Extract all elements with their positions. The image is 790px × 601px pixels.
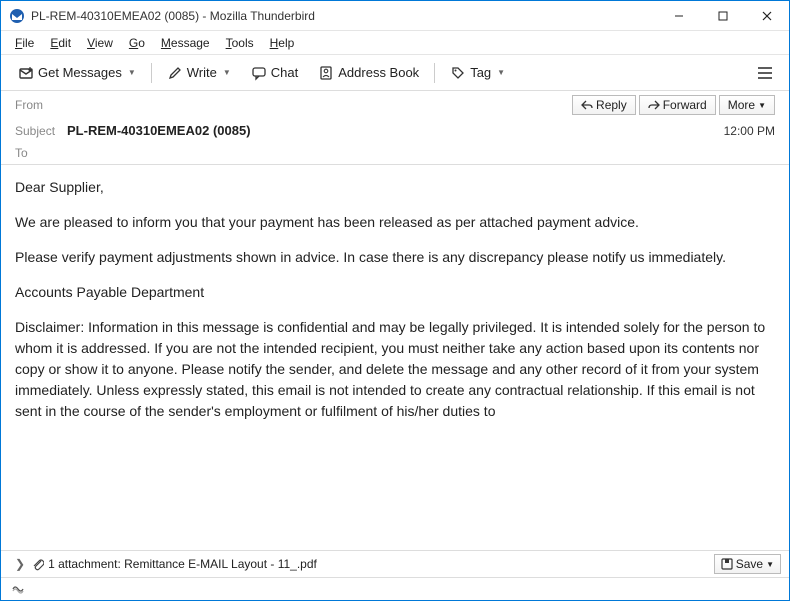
get-messages-icon bbox=[18, 65, 34, 81]
more-button[interactable]: More ▼ bbox=[719, 95, 775, 115]
header-actions: Reply Forward More ▼ bbox=[572, 95, 775, 115]
statusbar bbox=[1, 578, 789, 600]
message-body: Dear Supplier, We are pleased to inform … bbox=[1, 165, 789, 550]
menu-message[interactable]: Message bbox=[153, 34, 218, 52]
toolbar-separator bbox=[151, 63, 152, 83]
write-label: Write bbox=[187, 65, 217, 80]
save-attachment-button[interactable]: Save ▼ bbox=[714, 554, 781, 574]
chevron-down-icon: ▼ bbox=[766, 560, 774, 569]
chat-button[interactable]: Chat bbox=[242, 60, 307, 86]
body-paragraph: We are pleased to inform you that your p… bbox=[15, 212, 775, 233]
chevron-down-icon: ▼ bbox=[758, 101, 766, 110]
body-paragraph: Please verify payment adjustments shown … bbox=[15, 247, 775, 268]
menu-file[interactable]: File bbox=[7, 34, 42, 52]
more-label: More bbox=[728, 98, 755, 112]
get-messages-button[interactable]: Get Messages ▼ bbox=[9, 60, 145, 86]
window-title: PL-REM-40310EMEA02 (0085) - Mozilla Thun… bbox=[31, 9, 657, 23]
close-button[interactable] bbox=[745, 1, 789, 31]
minimize-button[interactable] bbox=[657, 1, 701, 31]
expand-attachments-button[interactable]: ❯ bbox=[9, 557, 31, 571]
reply-icon bbox=[581, 100, 593, 110]
chevron-down-icon: ▼ bbox=[497, 68, 505, 77]
maximize-button[interactable] bbox=[701, 1, 745, 31]
thunderbird-icon bbox=[9, 8, 25, 24]
main-toolbar: Get Messages ▼ Write ▼ Chat Address Book… bbox=[1, 55, 789, 91]
message-header: From Reply Forward More ▼ Subject PL-REM… bbox=[1, 91, 789, 165]
save-label: Save bbox=[736, 557, 763, 571]
body-paragraph: Dear Supplier, bbox=[15, 177, 775, 198]
chat-label: Chat bbox=[271, 65, 298, 80]
address-book-icon bbox=[318, 65, 334, 81]
tag-label: Tag bbox=[470, 65, 491, 80]
reply-label: Reply bbox=[596, 98, 627, 112]
chat-icon bbox=[251, 65, 267, 81]
time-value: 12:00 PM bbox=[724, 124, 775, 138]
chevron-down-icon: ▼ bbox=[223, 68, 231, 77]
subject-label: Subject bbox=[15, 124, 67, 138]
toolbar-separator bbox=[434, 63, 435, 83]
paperclip-icon bbox=[31, 557, 44, 571]
to-label: To bbox=[15, 146, 67, 160]
menu-tools[interactable]: Tools bbox=[218, 34, 262, 52]
address-book-button[interactable]: Address Book bbox=[309, 60, 428, 86]
get-messages-label: Get Messages bbox=[38, 65, 122, 80]
body-paragraph: Disclaimer: Information in this message … bbox=[15, 317, 775, 422]
menu-go[interactable]: Go bbox=[121, 34, 153, 52]
from-label: From bbox=[15, 98, 67, 112]
attachment-text[interactable]: 1 attachment: Remittance E-MAIL Layout -… bbox=[48, 557, 317, 571]
menu-help[interactable]: Help bbox=[262, 34, 303, 52]
save-icon bbox=[721, 558, 733, 570]
window-controls bbox=[657, 1, 789, 31]
forward-icon bbox=[648, 100, 660, 110]
address-book-label: Address Book bbox=[338, 65, 419, 80]
titlebar: PL-REM-40310EMEA02 (0085) - Mozilla Thun… bbox=[1, 1, 789, 31]
attachment-bar: ❯ 1 attachment: Remittance E-MAIL Layout… bbox=[1, 550, 789, 578]
tag-icon bbox=[450, 65, 466, 81]
pencil-icon bbox=[167, 65, 183, 81]
subject-value: PL-REM-40310EMEA02 (0085) bbox=[67, 123, 724, 138]
menu-edit[interactable]: Edit bbox=[42, 34, 79, 52]
body-paragraph: Accounts Payable Department bbox=[15, 282, 775, 303]
menu-view[interactable]: View bbox=[79, 34, 121, 52]
forward-button[interactable]: Forward bbox=[639, 95, 716, 115]
app-menu-button[interactable] bbox=[749, 62, 781, 84]
chevron-down-icon: ▼ bbox=[128, 68, 136, 77]
tag-button[interactable]: Tag ▼ bbox=[441, 60, 514, 86]
activity-icon bbox=[11, 583, 25, 595]
write-button[interactable]: Write ▼ bbox=[158, 60, 240, 86]
forward-label: Forward bbox=[663, 98, 707, 112]
menubar: File Edit View Go Message Tools Help bbox=[1, 31, 789, 55]
reply-button[interactable]: Reply bbox=[572, 95, 636, 115]
